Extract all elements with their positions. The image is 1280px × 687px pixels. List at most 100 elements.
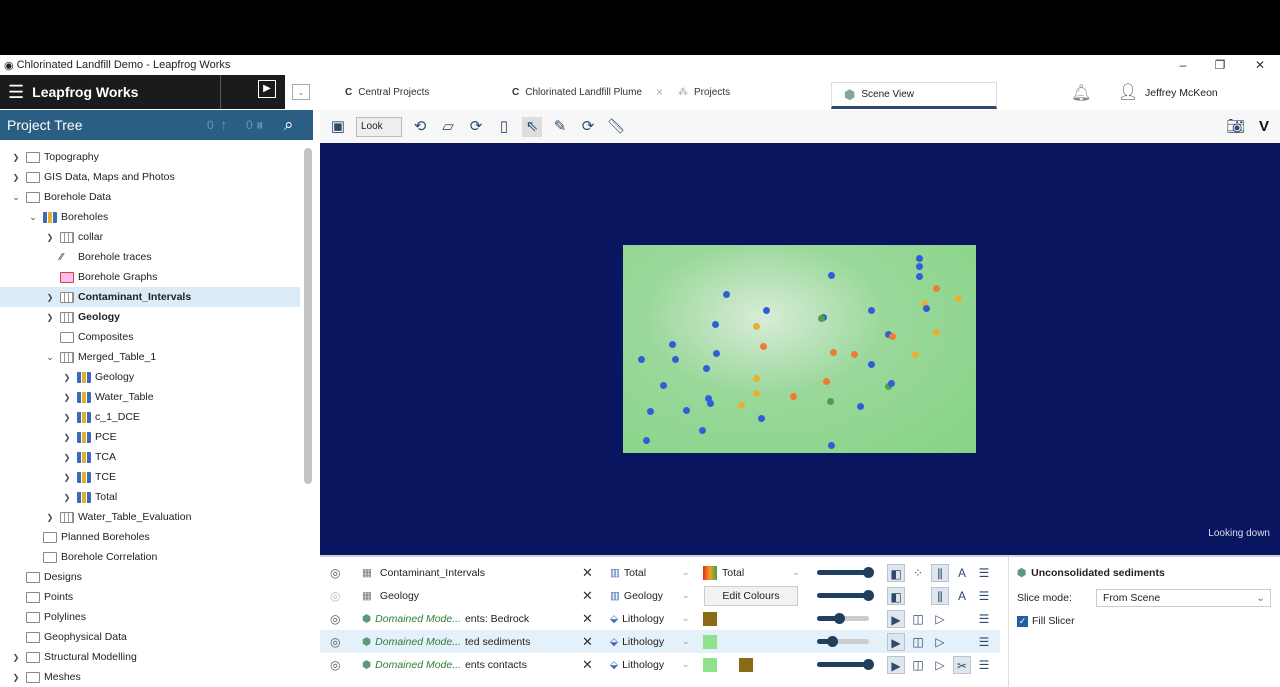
play-icon[interactable]: ▶ [887, 609, 905, 628]
fill-slicer-checkbox[interactable]: ✓ [1017, 615, 1028, 627]
borehole-point[interactable] [713, 350, 720, 357]
chevron-right-icon[interactable]: ❯ [61, 373, 73, 382]
eye-icon[interactable]: ◎ [330, 658, 340, 672]
eye-icon[interactable]: ◎ [330, 566, 340, 580]
label-icon[interactable]: A [953, 564, 971, 582]
borehole-point[interactable] [933, 285, 940, 292]
borehole-point[interactable] [827, 398, 834, 405]
tree-item[interactable]: Planned Boreholes [0, 527, 300, 547]
play-icon[interactable]: ▶ [887, 632, 905, 651]
play-icon[interactable]: ▶ [258, 80, 276, 98]
edit-colours-button[interactable]: Edit Colours [704, 585, 798, 606]
tree-item[interactable]: ❯ Meshes [0, 667, 300, 687]
maximize-button[interactable]: ❐ [1200, 55, 1240, 75]
opacity-slider[interactable] [817, 613, 869, 624]
user-icon[interactable]: 👤︎ [1118, 82, 1138, 102]
borehole-point[interactable] [703, 365, 710, 372]
tree-item[interactable]: ❯ c_1_DCE [0, 407, 300, 427]
layer-row[interactable]: ◎ ⬢ Domained Mode... ted sediments ✕ ⬙ Lith… [320, 630, 1000, 653]
outline-icon[interactable]: ▷ [931, 610, 949, 628]
opacity-slider[interactable] [817, 659, 874, 670]
slice-icon[interactable]: ◫ [909, 610, 927, 628]
property-select[interactable]: ▥ Total [610, 567, 690, 579]
version-icon[interactable]: V [1254, 117, 1274, 137]
bell-icon[interactable]: 🔔︎ [1071, 83, 1091, 103]
remove-layer-icon[interactable]: ✕ [582, 565, 593, 581]
tree-item[interactable]: ❯ TCE [0, 467, 300, 487]
tree-item[interactable]: Composites [0, 327, 300, 347]
borehole-point[interactable] [912, 351, 919, 358]
slice-icon[interactable]: ◫ [909, 633, 927, 651]
borehole-point[interactable] [672, 356, 679, 363]
opacity-slider[interactable] [817, 567, 874, 578]
borehole-point[interactable] [889, 333, 896, 340]
camera-icon[interactable]: 📷︎ [1226, 117, 1246, 137]
tree-item[interactable]: ⌄ Boreholes [0, 207, 300, 227]
label-icon[interactable]: A [953, 587, 971, 605]
borehole-point[interactable] [830, 349, 837, 356]
tree-scrollbar[interactable] [304, 148, 312, 484]
tree-item[interactable]: ❯ Total [0, 487, 300, 507]
ruler-icon[interactable]: 📏︎ [606, 117, 626, 137]
borehole-point[interactable] [647, 408, 654, 415]
chevron-right-icon[interactable]: ❯ [44, 313, 56, 322]
tab-close-icon[interactable]: × [656, 85, 663, 99]
borehole-point[interactable] [760, 343, 767, 350]
chevron-right-icon[interactable]: ❯ [10, 153, 22, 162]
search-icon[interactable]: ⌕ [284, 115, 294, 135]
borehole-point[interactable] [643, 437, 650, 444]
points-icon[interactable]: ⁘ [909, 564, 927, 582]
bars-display-icon[interactable]: ⫼ [931, 586, 949, 605]
borehole-point[interactable] [699, 427, 706, 434]
list-icon[interactable]: ☰ [975, 633, 993, 651]
minimize-button[interactable]: – [1163, 55, 1203, 75]
chevron-down-icon[interactable]: ⌄ [682, 590, 690, 601]
borehole-point[interactable] [888, 380, 895, 387]
chevron-right-icon[interactable]: ❯ [44, 293, 56, 302]
tree-item[interactable]: ❯ Structural Modelling [0, 647, 300, 667]
borehole-point[interactable] [823, 378, 830, 385]
borehole-point[interactable] [923, 305, 930, 312]
toggle-icon[interactable]: ◧ [887, 586, 905, 605]
rotate-icon[interactable]: ⟲ [410, 117, 430, 137]
eye-hidden-icon[interactable]: ◎ [330, 589, 340, 603]
up-arrow-icon[interactable]: ↑ [220, 117, 228, 134]
tree-item[interactable]: Polylines [0, 607, 300, 627]
tab-project[interactable]: C Chlorinated Landfill Plume × [512, 75, 663, 109]
tree-item[interactable]: Borehole Graphs [0, 267, 300, 287]
borehole-point[interactable] [712, 321, 719, 328]
remove-layer-icon[interactable]: ✕ [582, 611, 593, 627]
slice-icon[interactable]: ◫ [909, 656, 927, 674]
terrain-map[interactable] [623, 245, 976, 453]
borehole-point[interactable] [753, 375, 760, 382]
list-icon[interactable]: ☰ [975, 564, 993, 582]
chevron-down-icon[interactable]: ⌄ [44, 352, 56, 363]
borehole-point[interactable] [758, 415, 765, 422]
list-icon[interactable]: ☰ [975, 656, 993, 674]
tree-item[interactable]: ❯ GIS Data, Maps and Photos [0, 167, 300, 187]
tree-item[interactable]: ❯ PCE [0, 427, 300, 447]
tab-scene-view[interactable]: ⬢ Scene View [831, 82, 997, 109]
remove-layer-icon[interactable]: ✕ [582, 634, 593, 650]
borehole-point[interactable] [638, 356, 645, 363]
colour-swatch[interactable] [739, 657, 753, 672]
chevron-right-icon[interactable]: ❯ [44, 233, 56, 242]
clear-scene-icon[interactable]: ▣ [328, 117, 348, 137]
borehole-point[interactable] [707, 400, 714, 407]
mode-select[interactable]: Look [356, 116, 402, 137]
borehole-point[interactable] [660, 382, 667, 389]
borehole-point[interactable] [933, 329, 940, 336]
chevron-right-icon[interactable]: ❯ [10, 653, 22, 662]
select-icon[interactable]: ⇖ [522, 116, 542, 137]
remove-layer-icon[interactable]: ✕ [582, 588, 593, 604]
outline-icon[interactable]: ▷ [931, 633, 949, 651]
move-plane-icon[interactable]: ⟳ [466, 117, 486, 137]
slice-mode-select[interactable]: From Scene ⌄ [1096, 589, 1271, 607]
property-select[interactable]: ⬙ Lithology [610, 636, 690, 648]
tab-projects[interactable]: ⁂ Projects [678, 75, 730, 109]
tree-item[interactable]: Points [0, 587, 300, 607]
property-select[interactable]: ⬙ Lithology [610, 613, 690, 625]
list-icon[interactable]: ☰ [975, 587, 993, 605]
chevron-down-icon[interactable]: ⌄ [10, 192, 22, 203]
eye-icon[interactable]: ◎ [330, 612, 340, 626]
